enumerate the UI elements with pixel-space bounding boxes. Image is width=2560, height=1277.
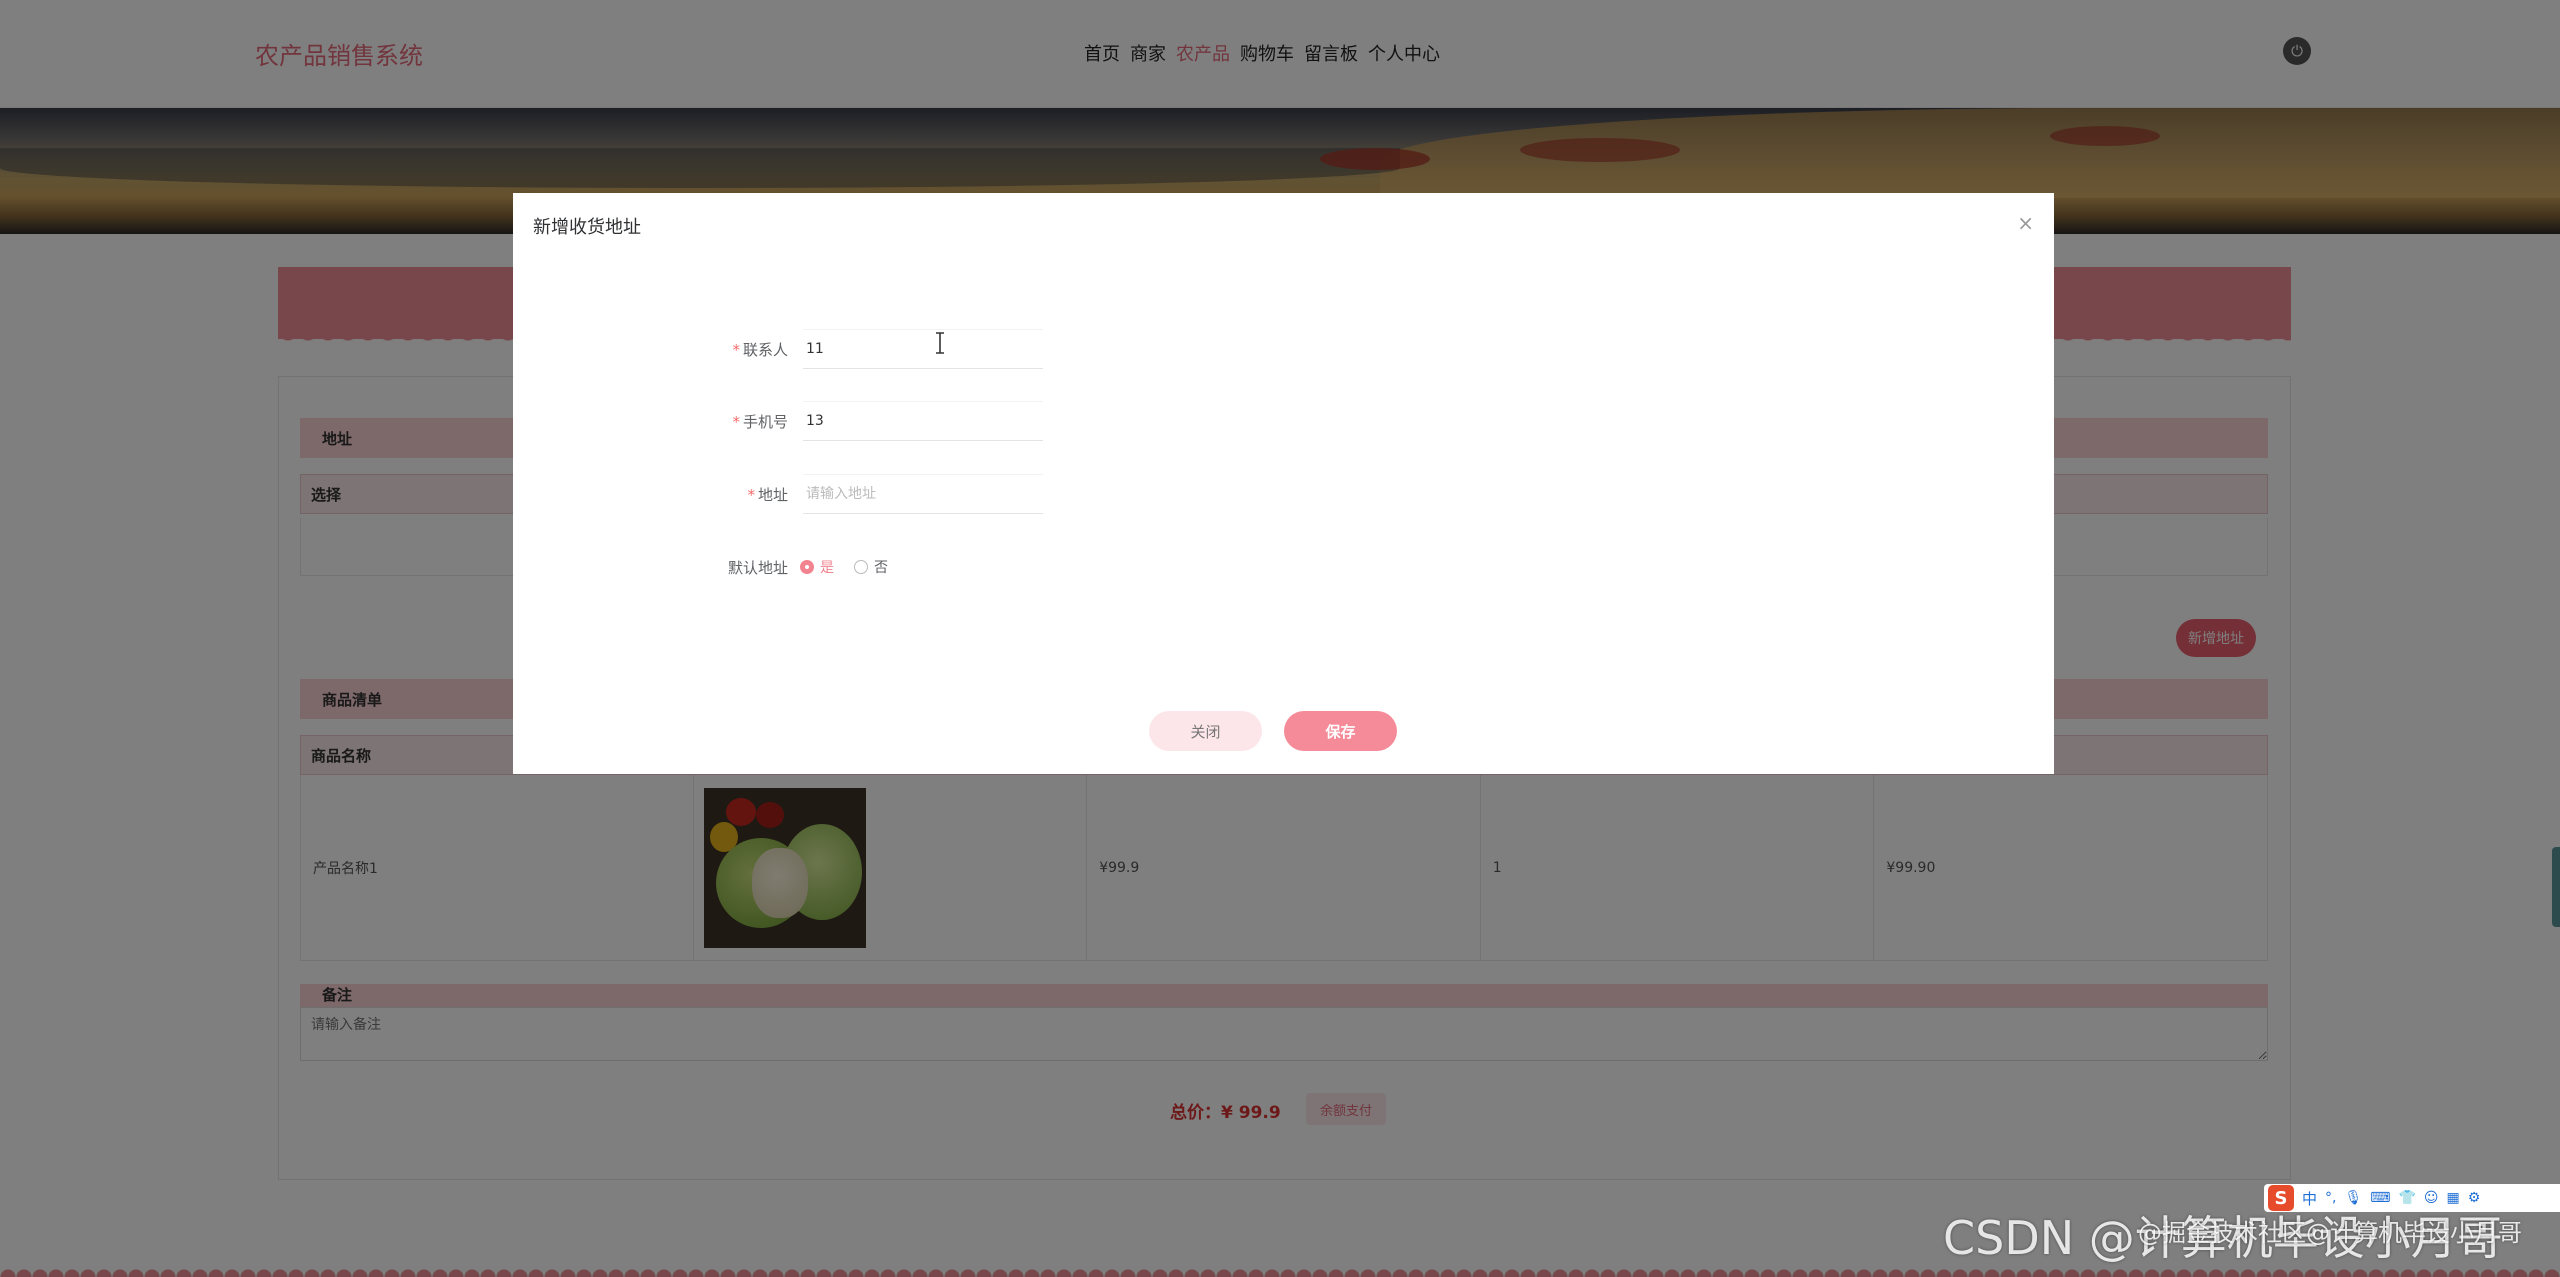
phone-input[interactable]	[803, 401, 1043, 441]
contact-label: * 联系人	[732, 341, 788, 359]
add-address-dialog: 新增收货地址 × *联系人 *手机号 *地址 默认地址 是 否 关闭 保存	[513, 193, 2054, 774]
form-row-default: 默认地址 是 否	[513, 547, 2054, 587]
dialog-title: 新增收货地址	[533, 217, 641, 238]
address-label: * 地址	[747, 486, 788, 504]
scrollbar-handle[interactable]	[2552, 847, 2560, 927]
close-icon[interactable]: ×	[2017, 211, 2034, 235]
default-address-radio-group: 是 否	[800, 557, 902, 577]
close-button[interactable]: 关闭	[1149, 711, 1262, 751]
form-row-phone: * 手机号	[513, 401, 2054, 441]
radio-yes[interactable]	[800, 560, 814, 574]
default-address-label: 默认地址	[727, 559, 788, 577]
form-row-address: * 地址	[513, 474, 2054, 514]
text-cursor-icon	[936, 332, 944, 354]
radio-no-label[interactable]: 否	[874, 557, 888, 577]
address-input[interactable]	[803, 474, 1043, 514]
radio-no[interactable]	[854, 560, 868, 574]
save-button[interactable]: 保存	[1284, 711, 1397, 751]
contact-input[interactable]	[803, 329, 1043, 369]
radio-yes-label[interactable]: 是	[820, 557, 834, 577]
form-row-contact: * 联系人	[513, 329, 2054, 369]
juejin-watermark: @掘金技术社区@计算机毕设小月哥	[2138, 1219, 2522, 1247]
phone-label: * 手机号	[732, 413, 788, 431]
